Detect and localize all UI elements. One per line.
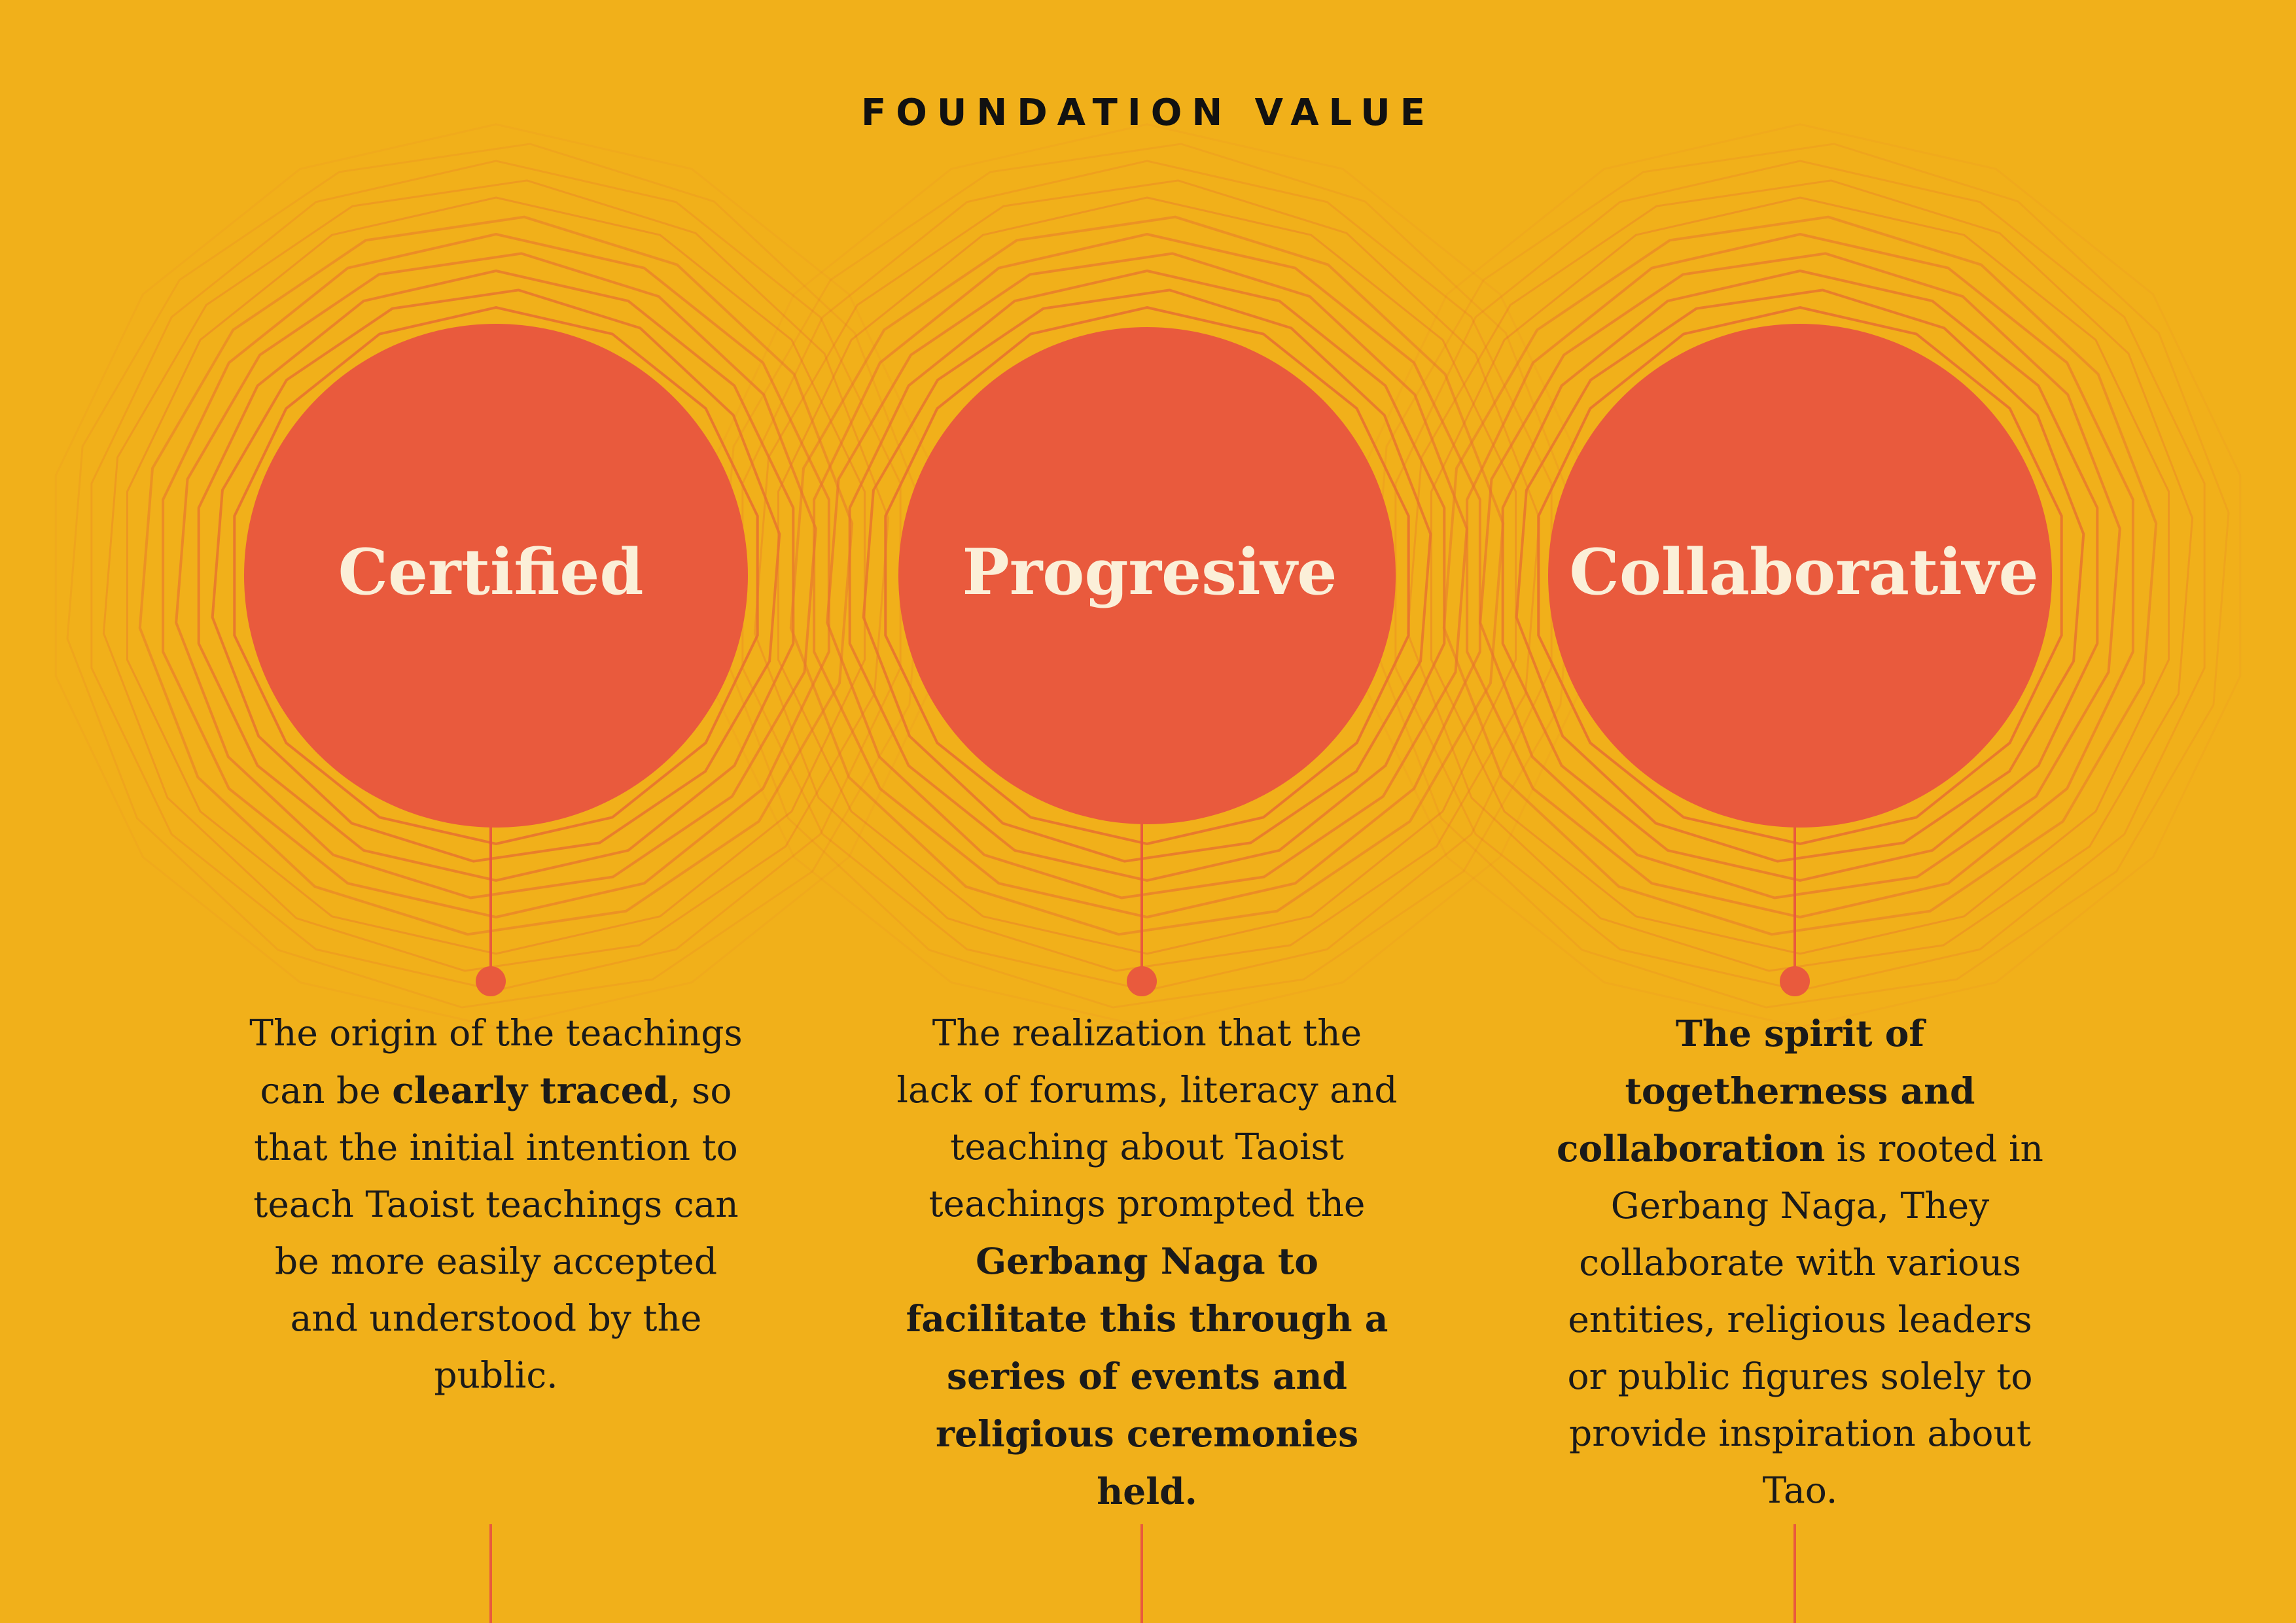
connector-dot-progresive	[1127, 966, 1157, 996]
description-segment: Gerbang Naga to facilitate this through …	[906, 1240, 1388, 1512]
description-segment: The realization that the lack of forums,…	[896, 1012, 1398, 1225]
value-description-certified: The origin of the teachings can be clear…	[241, 1005, 751, 1404]
description-segment: , so that the initial intention to teach…	[253, 1070, 739, 1396]
value-title-progresive: Progresive	[962, 535, 1337, 609]
value-description-collaborative: The spirit of togetherness and collabora…	[1545, 1005, 2055, 1519]
page-heading: FOUNDATION VALUE	[861, 92, 1435, 134]
value-description-progresive: The realization that the lack of forums,…	[892, 1005, 1402, 1520]
connector-dot-certified	[476, 966, 506, 996]
value-title-collaborative: Collaborative	[1569, 535, 2039, 609]
description-segment: clearly traced	[392, 1069, 669, 1111]
description-segment: is rooted in Gerbang Naga, They collabor…	[1567, 1128, 2043, 1511]
foundation-value-page: FOUNDATION VALUE Certified Progresive Co…	[0, 0, 2296, 1623]
connector-dot-collaborative	[1780, 966, 1810, 996]
value-title-certified: Certified	[338, 535, 644, 609]
